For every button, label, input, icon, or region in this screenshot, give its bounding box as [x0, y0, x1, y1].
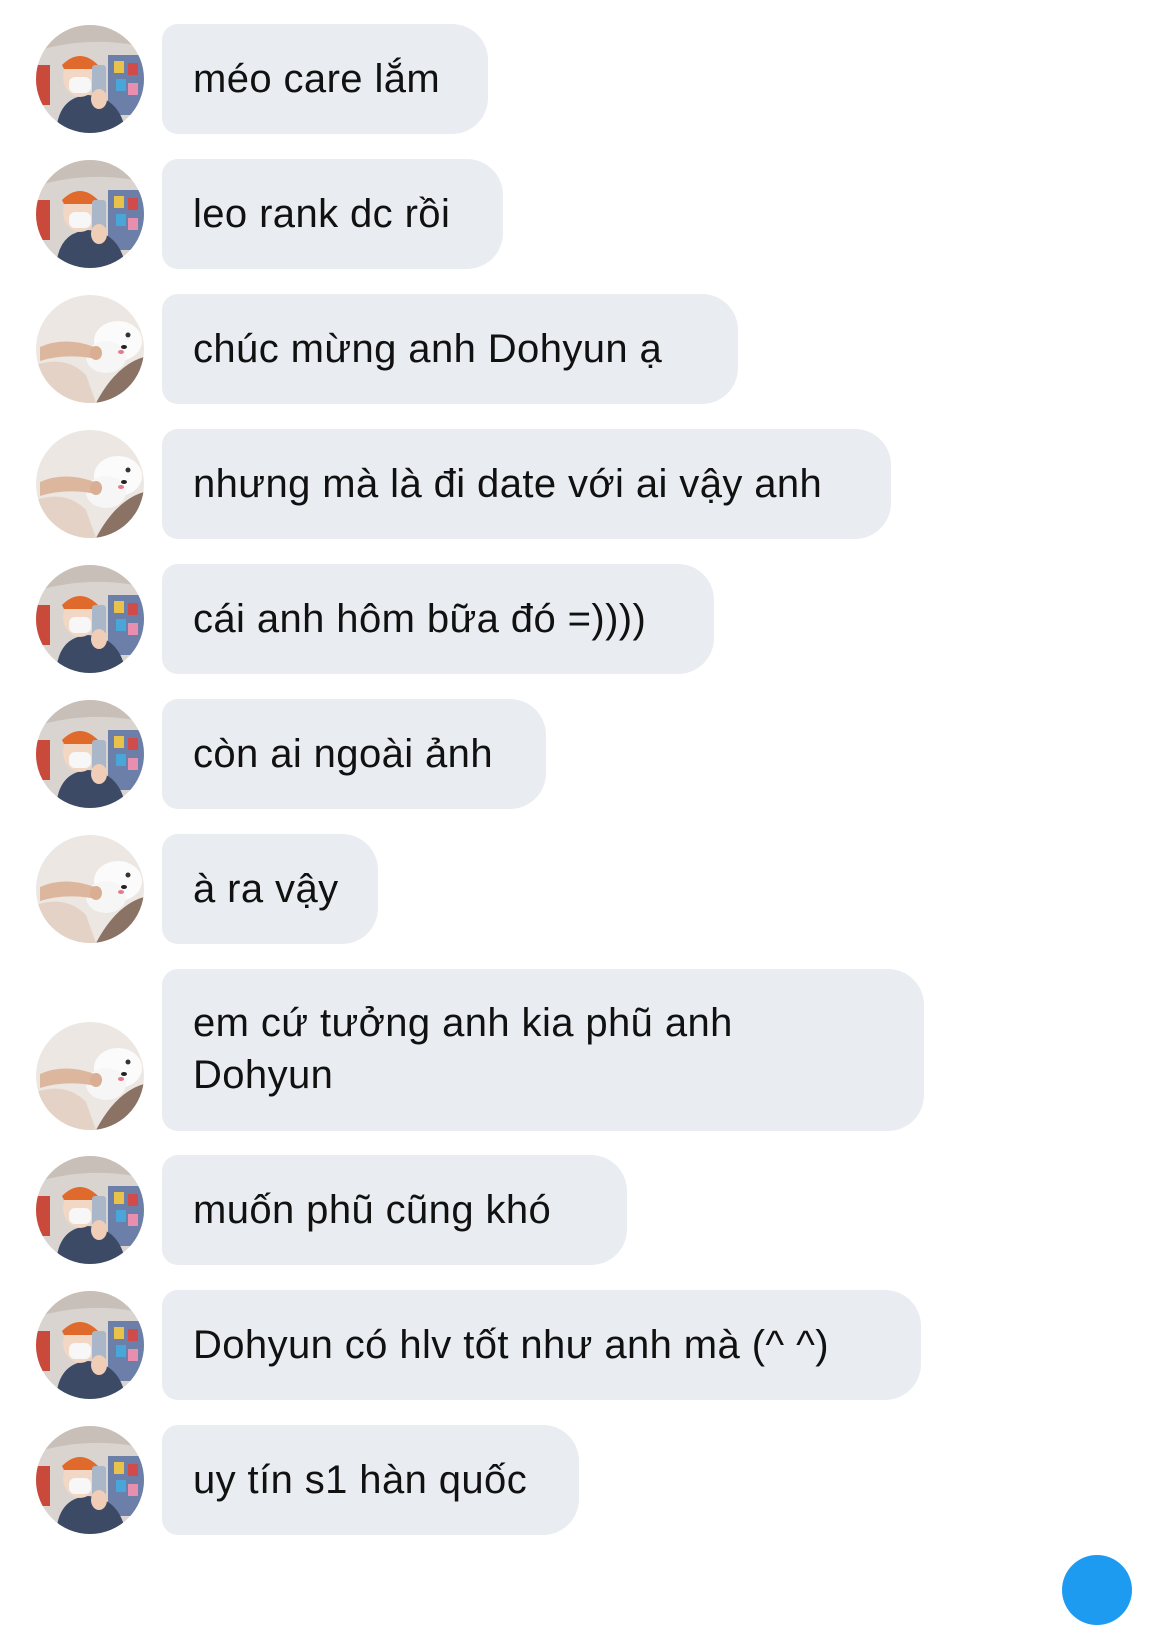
avatar[interactable]: [36, 1426, 144, 1534]
message-row: à ra vậy: [0, 834, 1170, 944]
avatar[interactable]: [36, 295, 144, 403]
message-row: chúc mừng anh Dohyun ạ: [0, 294, 1170, 404]
avatar-image: [36, 295, 144, 403]
avatar-image: [36, 565, 144, 673]
message-bubble[interactable]: muốn phũ cũng khó: [162, 1155, 627, 1265]
message-bubble[interactable]: méo care lắm: [162, 24, 488, 134]
avatar-image: [36, 160, 144, 268]
avatar-image: [36, 430, 144, 538]
avatar[interactable]: [36, 700, 144, 808]
message-bubble[interactable]: cái anh hôm bữa đó =)))): [162, 564, 714, 674]
message-bubble[interactable]: còn ai ngoài ảnh: [162, 699, 546, 809]
avatar[interactable]: [36, 1156, 144, 1264]
avatar-image: [36, 25, 144, 133]
avatar-image: [36, 700, 144, 808]
message-bubble[interactable]: em cứ tưởng anh kia phũ anh Dohyun: [162, 969, 924, 1131]
message-row: còn ai ngoài ảnh: [0, 699, 1170, 809]
avatar[interactable]: [36, 1291, 144, 1399]
message-row: cái anh hôm bữa đó =)))): [0, 564, 1170, 674]
message-bubble[interactable]: chúc mừng anh Dohyun ạ: [162, 294, 738, 404]
message-bubble[interactable]: leo rank dc rồi: [162, 159, 503, 269]
message-row: leo rank dc rồi: [0, 159, 1170, 269]
avatar[interactable]: [36, 565, 144, 673]
message-bubble[interactable]: Dohyun có hlv tốt như anh mà (^ ^): [162, 1290, 921, 1400]
message-bubble[interactable]: nhưng mà là đi date với ai vậy anh: [162, 429, 891, 539]
message-row: Dohyun có hlv tốt như anh mà (^ ^): [0, 1290, 1170, 1400]
avatar[interactable]: [36, 25, 144, 133]
message-row: uy tín s1 hàn quốc: [0, 1425, 1170, 1535]
message-bubble[interactable]: à ra vậy: [162, 834, 378, 944]
avatar-image: [36, 1022, 144, 1130]
avatar[interactable]: [36, 835, 144, 943]
message-bubble[interactable]: uy tín s1 hàn quốc: [162, 1425, 579, 1535]
avatar-image: [36, 835, 144, 943]
avatar-image: [36, 1291, 144, 1399]
message-row: méo care lắm: [0, 24, 1170, 134]
avatar[interactable]: [36, 1022, 144, 1130]
avatar[interactable]: [36, 160, 144, 268]
avatar[interactable]: [36, 430, 144, 538]
avatar-image: [36, 1426, 144, 1534]
message-row: em cứ tưởng anh kia phũ anh Dohyun: [0, 969, 1170, 1131]
message-row: nhưng mà là đi date với ai vậy anh: [0, 429, 1170, 539]
avatar-image: [36, 1156, 144, 1264]
message-row: muốn phũ cũng khó: [0, 1155, 1170, 1265]
scroll-to-bottom-button[interactable]: [1062, 1555, 1132, 1625]
conversation-thread: méo care lắm leo rank dc rồi chúc mừng a…: [0, 0, 1170, 1567]
